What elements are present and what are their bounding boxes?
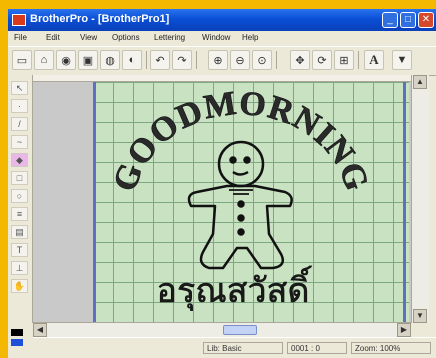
redo-icon[interactable]: ↷ [172, 50, 192, 70]
menu-options[interactable]: Options [112, 33, 140, 42]
paint-tool-icon[interactable]: ◆ [11, 153, 28, 167]
design-canvas[interactable]: GOODMORNING อรุณสวัสดิ์ [33, 82, 411, 322]
window-title: BrotherPro - [BrotherPro1] [30, 13, 170, 25]
text-icon[interactable]: A [364, 50, 384, 70]
new-icon[interactable]: ▭ [12, 50, 32, 70]
horizontal-scrollbar[interactable]: ◀ ▶ [33, 322, 411, 337]
thai-lettering[interactable]: อรุณสวัสดิ์ [156, 265, 313, 312]
zoom-in-icon[interactable]: ⊕ [208, 50, 228, 70]
print-icon[interactable]: ◍ [100, 50, 120, 70]
hand-tool-icon[interactable]: ✋ [11, 279, 28, 293]
thread-color-palette [8, 323, 33, 358]
arc-lettering[interactable]: GOODMORNING [106, 84, 375, 196]
grid-icon[interactable]: ⊞ [334, 50, 354, 70]
menu-help[interactable]: Help [242, 33, 258, 42]
title-bar[interactable]: BrotherPro - [BrotherPro1] _ □ ✕ [8, 9, 436, 31]
measure-tool-icon[interactable]: ⊥ [11, 261, 28, 275]
left-tool-palette: ↖ · / ~ ◆ □ ○ ≡ ▤ T ⊥ ✋ [8, 75, 33, 323]
color-icon[interactable]: ▼ [392, 50, 412, 70]
status-panel-zoom: Zoom: 100% [351, 342, 431, 354]
zoom-out-icon[interactable]: ⊖ [230, 50, 250, 70]
rotate-icon[interactable]: ⟳ [312, 50, 332, 70]
embroidery-design: GOODMORNING อรุณสวัสดิ์ [106, 84, 375, 312]
gingerbread-figure[interactable] [187, 140, 293, 270]
scroll-right-icon[interactable]: ▶ [397, 323, 411, 337]
menu-lettering[interactable]: Lettering [154, 33, 185, 42]
vertical-scrollbar[interactable]: ▲ ▼ [411, 75, 429, 323]
zoom-fit-icon[interactable]: ⊙ [252, 50, 272, 70]
minimize-button[interactable]: _ [382, 12, 398, 28]
maximize-button[interactable]: □ [400, 12, 416, 28]
zoom-icon[interactable]: ◉ [56, 50, 76, 70]
point-tool-icon[interactable]: · [11, 99, 28, 113]
scroll-left-icon[interactable]: ◀ [33, 323, 47, 337]
top-ruler [33, 75, 411, 82]
menu-bar: File Edit View Options Lettering Window … [8, 31, 436, 45]
menu-file[interactable]: File [14, 33, 27, 42]
move-icon[interactable]: ✥ [290, 50, 310, 70]
fill-tool-icon[interactable]: ▤ [11, 225, 28, 239]
scroll-down-icon[interactable]: ▼ [413, 309, 427, 323]
stitch-tool-icon[interactable]: ≡ [11, 207, 28, 221]
horizontal-scroll-thumb[interactable] [223, 325, 257, 335]
undo-icon[interactable]: ↶ [150, 50, 170, 70]
shape-tool-icon[interactable]: □ [11, 171, 28, 185]
status-bar: Lib: Basic 0001 : 0 Zoom: 100% [33, 337, 436, 358]
menu-window[interactable]: Window [202, 33, 230, 42]
line-tool-icon[interactable]: / [11, 117, 28, 131]
curve-tool-icon[interactable]: ~ [11, 135, 28, 149]
status-panel-stitch: 0001 : 0 [287, 342, 347, 354]
thread-color-black[interactable] [11, 329, 23, 336]
menu-view[interactable]: View [80, 33, 97, 42]
open-icon[interactable]: ⌂ [34, 50, 54, 70]
scroll-up-icon[interactable]: ▲ [413, 75, 427, 89]
status-panel-library: Lib: Basic [203, 342, 283, 354]
toolbar: ▭ ⌂ ◉ ▣ ◍ ◐ ↶ ↷ ⊕ ⊖ ⊙ ✥ ⟳ ⊞ A ▼ [8, 46, 436, 76]
close-button[interactable]: ✕ [418, 12, 434, 28]
application-window: BrotherPro - [BrotherPro1] _ □ ✕ File Ed… [8, 9, 436, 358]
select-tool-icon[interactable]: ↖ [11, 81, 28, 95]
save-icon[interactable]: ▣ [78, 50, 98, 70]
app-icon[interactable] [12, 14, 26, 26]
menu-edit[interactable]: Edit [46, 33, 60, 42]
preview-icon[interactable]: ◐ [122, 50, 142, 70]
circle-tool-icon[interactable]: ○ [11, 189, 28, 203]
text-tool-icon[interactable]: T [11, 243, 28, 257]
thread-color-blue[interactable] [11, 339, 23, 346]
